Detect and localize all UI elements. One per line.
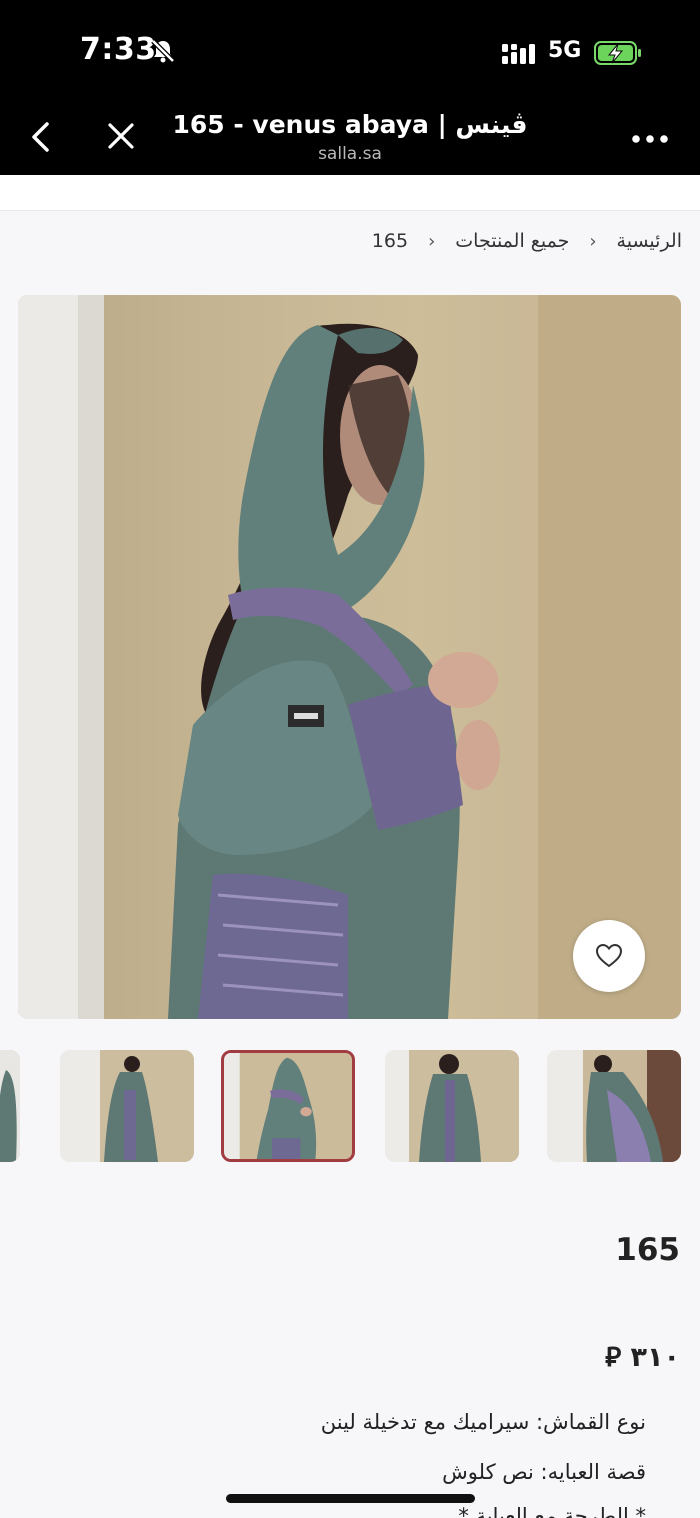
- thumbnail[interactable]: [385, 1050, 519, 1162]
- breadcrumb-home[interactable]: الرئيسية: [617, 230, 682, 252]
- screen: 7:33 5G 165 - venus abaya | ڤينس salla.s…: [0, 0, 700, 1518]
- close-icon: [108, 123, 134, 149]
- more-options-button[interactable]: [630, 130, 670, 149]
- product-description-line: نوع القماش: سيراميك مع تدخيلة لينن: [320, 1410, 646, 1434]
- product-main-image[interactable]: [18, 295, 681, 1019]
- page-domain: salla.sa: [318, 144, 382, 164]
- heart-icon: [595, 943, 623, 968]
- thumbnail-image: [224, 1053, 352, 1159]
- thumbnail-active[interactable]: [221, 1050, 355, 1162]
- breadcrumb-separator: ›: [589, 230, 597, 252]
- thumbnail[interactable]: [0, 1050, 20, 1162]
- page-title: 165 - venus abaya | ڤينس: [172, 110, 528, 139]
- browser-header: 165 - venus abaya | ڤينس salla.sa: [0, 100, 700, 175]
- breadcrumb-all-products[interactable]: جميع المنتجات: [455, 230, 569, 252]
- thumbnail-image: [547, 1050, 681, 1162]
- thumbnail-image: [60, 1050, 194, 1162]
- breadcrumb-current: 165: [371, 230, 409, 252]
- close-button[interactable]: [106, 121, 136, 155]
- thumbnail[interactable]: [547, 1050, 681, 1162]
- product-description-line: * الطرحة مع العباية *: [458, 1504, 646, 1518]
- more-dots-icon: [632, 135, 668, 143]
- bell-off-icon: [150, 38, 176, 68]
- back-button[interactable]: [28, 120, 54, 158]
- breadcrumb-separator: ›: [428, 230, 436, 252]
- home-indicator[interactable]: [226, 1494, 475, 1503]
- breadcrumb: الرئيسية › جميع المنتجات › 165: [372, 226, 682, 256]
- product-description-line: قصة العبايه: نص كلوش: [442, 1460, 646, 1484]
- product-photo: [18, 295, 681, 1019]
- chevron-left-icon: [32, 122, 49, 152]
- product-price: ٣١٠ ⃁: [605, 1342, 680, 1373]
- thumbnail[interactable]: [60, 1050, 194, 1162]
- network-type: 5G: [548, 38, 582, 63]
- wishlist-button[interactable]: [573, 920, 645, 992]
- product-name: 165: [615, 1232, 680, 1268]
- battery-charging-icon: [594, 40, 644, 70]
- status-time: 7:33: [80, 32, 157, 67]
- thumbnail-image: [385, 1050, 519, 1162]
- signal-icon: [500, 42, 540, 70]
- status-bar: 7:33 5G: [0, 0, 700, 100]
- thumbnail-image: [0, 1050, 20, 1162]
- store-header-bar: [0, 175, 700, 211]
